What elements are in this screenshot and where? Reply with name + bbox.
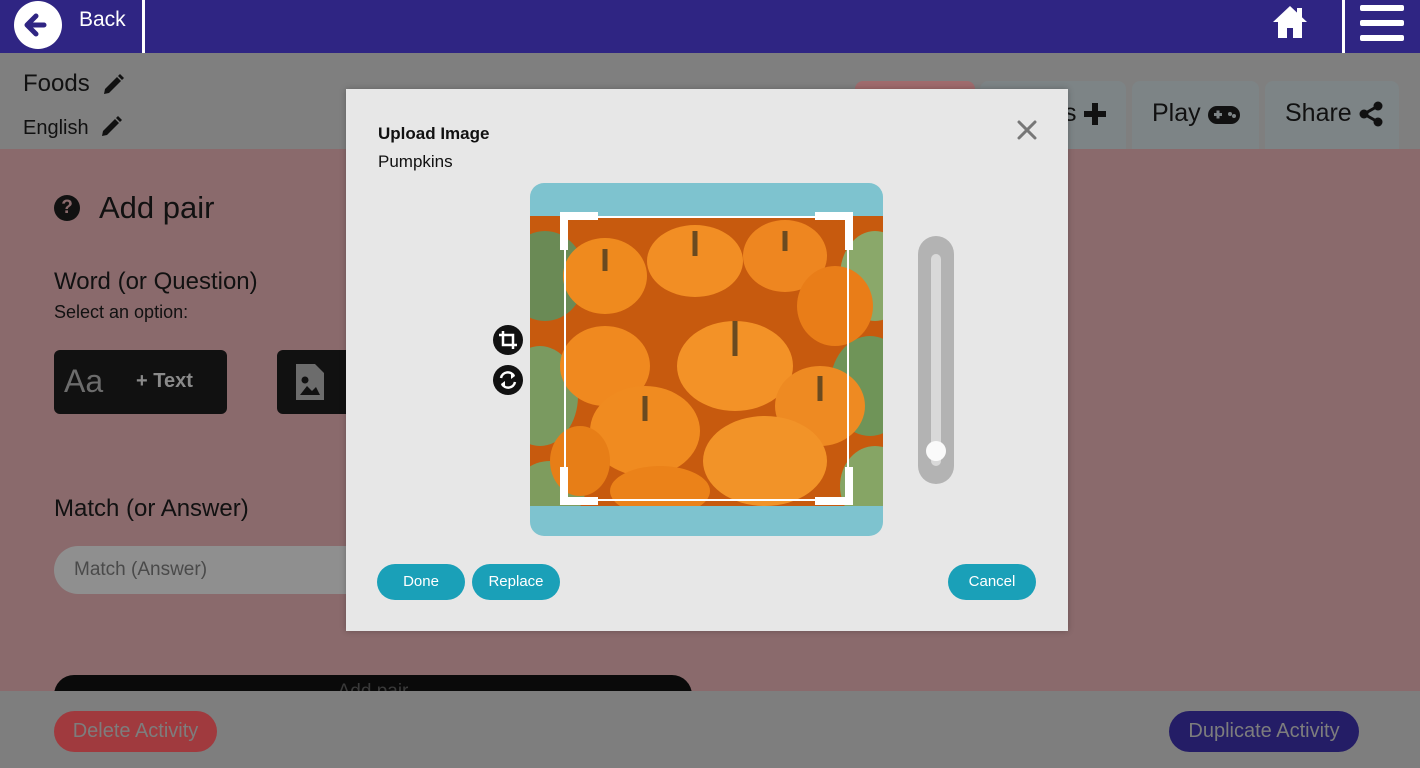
top-bar: Back	[0, 0, 1420, 53]
zoom-slider-knob[interactable]	[926, 441, 946, 461]
tab-label: Play	[1152, 99, 1201, 127]
crop-handle[interactable]	[560, 212, 598, 220]
hamburger-menu-icon[interactable]	[1359, 3, 1405, 50]
activity-language: English	[23, 117, 89, 139]
delete-activity-button[interactable]: Delete Activity	[54, 711, 217, 752]
duplicate-activity-button[interactable]: Duplicate Activity	[1169, 711, 1359, 752]
help-icon[interactable]: ?	[54, 195, 80, 221]
back-arrow-icon[interactable]	[14, 1, 62, 49]
activity-title: Foods	[23, 70, 90, 97]
tab-label: Share	[1285, 99, 1352, 127]
done-button[interactable]: Done	[377, 564, 465, 600]
tab-share[interactable]: Share	[1265, 81, 1399, 149]
add-image-option-button[interactable]	[277, 350, 347, 414]
crop-icon[interactable]	[493, 325, 523, 355]
text-aa-icon: Aa	[64, 363, 104, 399]
gamepad-icon	[1208, 106, 1240, 124]
add-text-option-button[interactable]: Aa + Text	[54, 350, 227, 414]
select-option-label: Select an option:	[54, 302, 189, 322]
edit-language-pencil-icon[interactable]	[99, 115, 123, 144]
replace-button[interactable]: Replace	[472, 564, 560, 600]
rotate-icon[interactable]	[493, 365, 523, 395]
crop-handle[interactable]	[815, 212, 853, 220]
crop-handle[interactable]	[815, 497, 853, 505]
divider	[1342, 0, 1345, 53]
match-answer-input[interactable]	[54, 546, 354, 594]
cancel-button[interactable]: Cancel	[948, 564, 1036, 600]
tab-play[interactable]: Play	[1132, 81, 1259, 149]
image-file-icon	[296, 364, 324, 400]
word-question-label: Word (or Question)	[54, 268, 258, 295]
back-button[interactable]: Back	[79, 8, 126, 32]
match-answer-label: Match (or Answer)	[54, 495, 249, 522]
modal-subtitle: Pumpkins	[378, 152, 453, 171]
zoom-slider-rail	[931, 254, 941, 466]
divider	[142, 0, 145, 53]
add-pair-heading: Add pair	[99, 190, 215, 225]
share-icon	[1359, 101, 1383, 127]
edit-title-pencil-icon[interactable]	[101, 73, 125, 102]
crop-frame[interactable]	[564, 216, 849, 501]
home-icon[interactable]	[1270, 3, 1310, 48]
modal-title: Upload Image	[378, 124, 490, 143]
upload-image-modal: Upload Image Pumpkins Done Replace Cance…	[346, 89, 1068, 631]
add-text-label: + Text	[136, 370, 193, 392]
zoom-slider[interactable]	[918, 236, 954, 484]
close-icon[interactable]	[1016, 119, 1038, 141]
plus-icon	[1084, 103, 1106, 125]
crop-handle[interactable]	[560, 497, 598, 505]
crop-area[interactable]	[530, 183, 883, 536]
